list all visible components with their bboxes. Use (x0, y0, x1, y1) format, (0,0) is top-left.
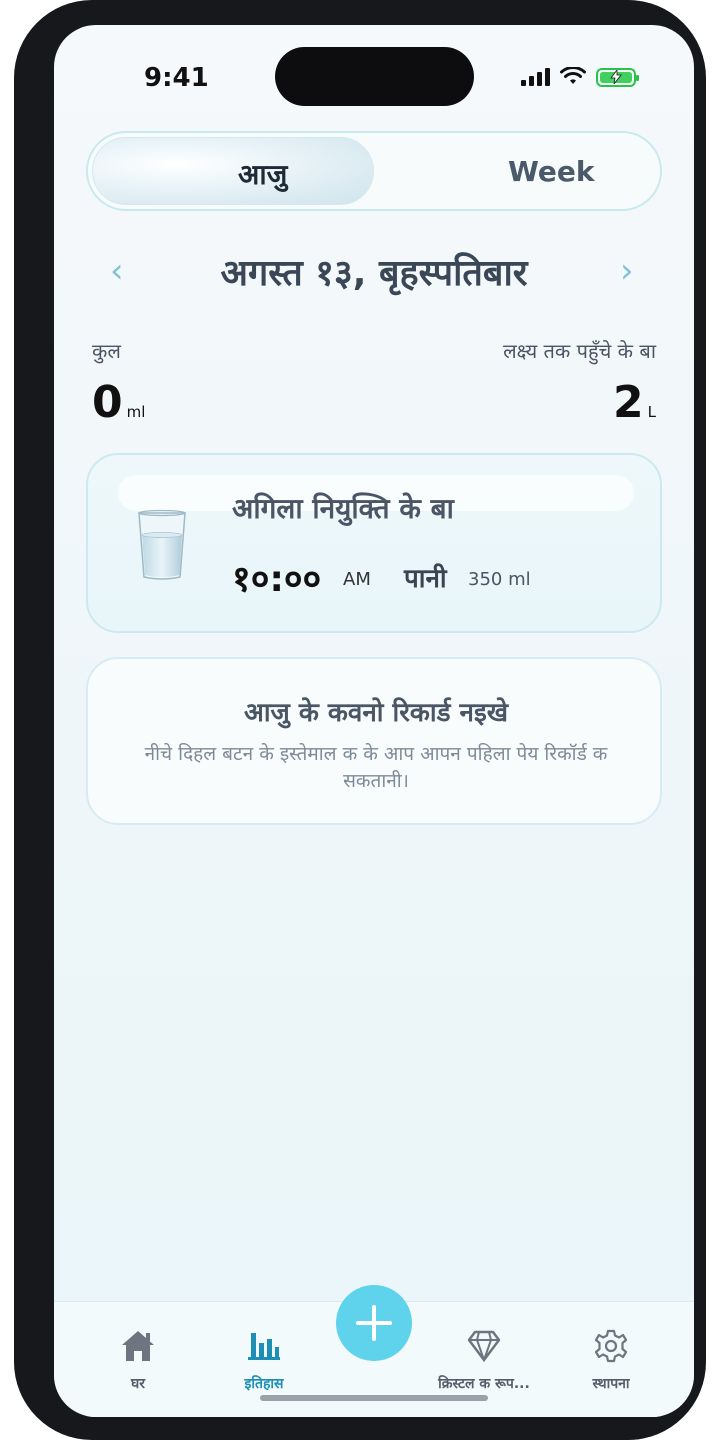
status-time: 9:41 (144, 63, 209, 93)
app-screen: 9:41 आजु Week ‹ अगस्त १३, बृहस्पतिबार › … (54, 25, 694, 1417)
dynamic-island (275, 47, 474, 106)
segment-selected-indicator (92, 137, 374, 205)
plus-icon (356, 1305, 392, 1341)
tab-home[interactable]: घर (78, 1326, 198, 1393)
total-label: कुल (92, 339, 121, 363)
next-reminder-ampm: AM (343, 569, 371, 590)
goal-value: 2 (613, 377, 644, 428)
tab-crystal-label: क्रिस्टल क रूप... (438, 1376, 530, 1392)
tab-history[interactable]: इतिहास (204, 1326, 324, 1393)
next-reminder-drink: पानी (404, 564, 447, 594)
goal-unit: L (647, 403, 656, 421)
water-glass-icon (138, 509, 186, 580)
tab-week[interactable]: Week (508, 155, 595, 188)
wifi-icon (560, 67, 586, 84)
gear-icon (594, 1329, 628, 1363)
empty-records-card: आजु के कवनो रिकार्ड नइखे नीचे दिहल बटन क… (86, 657, 662, 825)
home-indicator (260, 1395, 488, 1401)
period-segmented-control: आजु Week (86, 131, 662, 211)
device-frame: 9:41 आजु Week ‹ अगस्त १३, बृहस्पतिबार › … (14, 0, 706, 1440)
tab-history-label: इतिहास (244, 1376, 284, 1392)
next-reminder-time: १०:०० (232, 559, 322, 600)
total-intake: 0 ml (92, 377, 145, 428)
date-title: अगस्त १३, बृहस्पतिबार (220, 253, 528, 294)
next-reminder-title: अगिला नियुक्ति के बा (232, 492, 454, 525)
bar-chart-icon (248, 1333, 280, 1360)
total-unit: ml (126, 403, 146, 421)
add-drink-button[interactable] (336, 1285, 412, 1361)
next-day-chevron-icon[interactable]: › (620, 251, 634, 291)
tab-crystal[interactable]: क्रिस्टल क रूप... (424, 1326, 544, 1393)
tab-home-label: घर (131, 1376, 145, 1392)
goal-amount: 2L (613, 377, 656, 428)
status-icons (521, 67, 639, 87)
cellular-signal-icon (521, 68, 550, 86)
empty-records-title: आजु के कवनो रिकार्ड नइखे (243, 698, 509, 728)
diamond-icon (467, 1330, 501, 1362)
battery-icon (596, 67, 639, 87)
next-reminder-card[interactable]: अगिला नियुक्ति के बा १०:०० AM पानी 350 m… (86, 453, 662, 633)
goal-label: लक्ष्य तक पहुँचे के बा (503, 339, 656, 363)
empty-records-description: नीचे दिहल बटन के इस्तेमाल क के आप आपन पह… (144, 743, 608, 792)
home-icon (122, 1331, 154, 1361)
total-value: 0 (92, 377, 123, 428)
tab-today[interactable]: आजु (238, 155, 287, 193)
tab-settings[interactable]: स्थापना (551, 1326, 671, 1393)
tab-settings-label: स्थापना (592, 1376, 630, 1392)
next-reminder-amount: 350 ml (468, 569, 531, 590)
